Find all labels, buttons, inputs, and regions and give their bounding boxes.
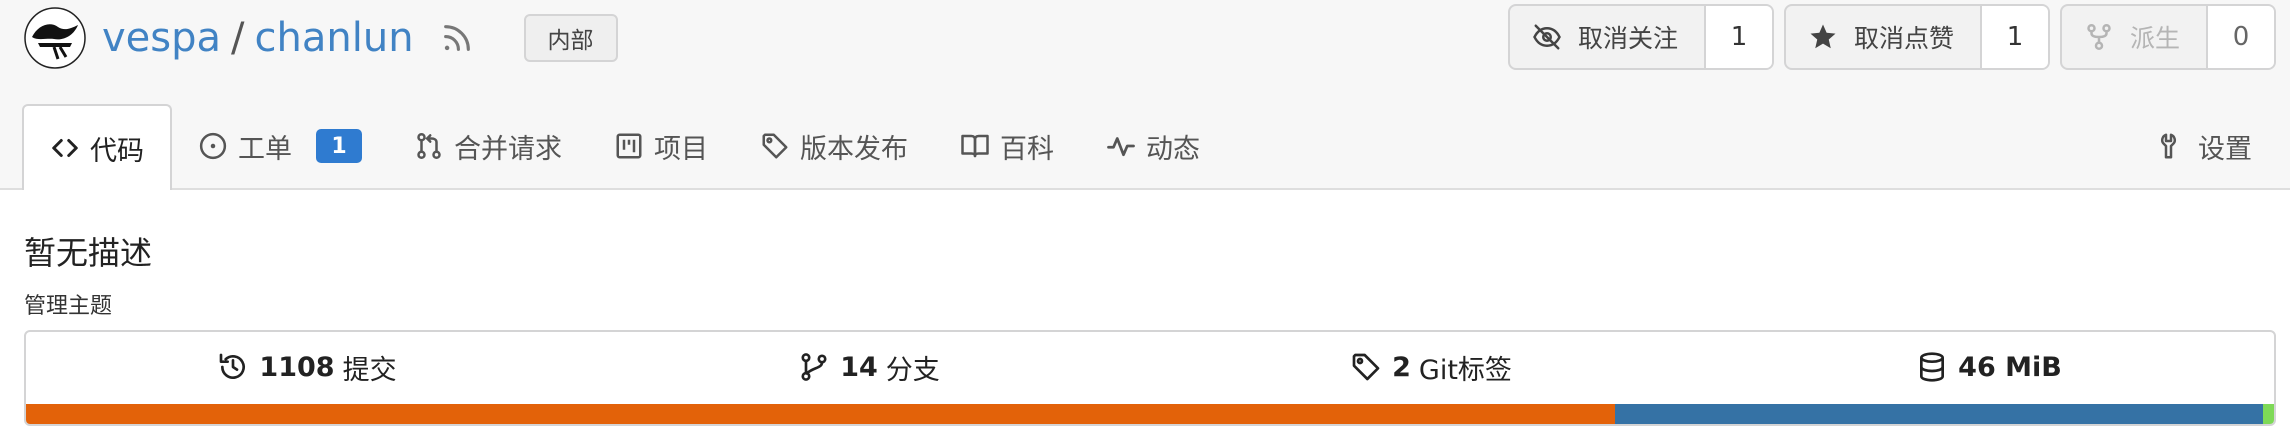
commits-label: 提交: [342, 354, 397, 386]
tab-projects-label: 项目: [654, 133, 708, 165]
tab-code-label: 代码: [90, 135, 144, 167]
unstar-label: 取消点赞: [1853, 24, 1954, 53]
tab-settings[interactable]: 设置: [2156, 104, 2252, 188]
fork-icon: [2087, 23, 2111, 51]
language-bar-segment-1[interactable]: [1615, 404, 2263, 424]
size-stat: 46 MiB: [1712, 332, 2274, 402]
branches-stat[interactable]: 14 分支: [588, 332, 1150, 402]
tab-activity-label: 动态: [1146, 133, 1200, 165]
repo-header: vespa / chanlun 内部: [24, 0, 618, 75]
repo-stats-bar: 1108 提交 14 分支 2 Git标签 46 MiB: [24, 330, 2276, 426]
fork-button-group: 派生 0: [2059, 4, 2276, 70]
language-bar-segment-2[interactable]: [2262, 404, 2274, 424]
tab-issues[interactable]: 工单 1: [172, 104, 388, 188]
tags-count: 2: [1392, 351, 1411, 383]
repo-actions: 取消关注 1 取消点赞 1 派生 0: [1498, 4, 2276, 70]
tab-projects[interactable]: 项目: [588, 104, 734, 188]
database-icon: [1920, 352, 1945, 382]
branches-label: 分支: [885, 354, 940, 386]
language-bar-segment-0[interactable]: [26, 404, 1616, 424]
tab-wiki-label: 百科: [1000, 133, 1054, 165]
commits-stat[interactable]: 1108 提交: [26, 332, 588, 402]
repo-name-link[interactable]: chanlun: [255, 15, 414, 61]
issues-count-badge: 1: [316, 129, 362, 163]
rss-icon[interactable]: [440, 21, 474, 55]
tab-wiki[interactable]: 百科: [934, 104, 1080, 188]
unstar-button-group: 取消点赞 1: [1783, 4, 2050, 70]
tab-activity[interactable]: 动态: [1080, 104, 1226, 188]
issue-opened-icon: [199, 132, 227, 160]
watchers-count[interactable]: 1: [1705, 6, 1772, 68]
tools-icon: [2160, 133, 2177, 159]
commits-count: 1108: [259, 351, 335, 383]
unwatch-label: 取消关注: [1577, 24, 1678, 53]
tags-stat[interactable]: 2 Git标签: [1150, 332, 1712, 402]
tab-releases[interactable]: 版本发布: [734, 104, 934, 188]
fork-label: 派生: [2129, 24, 2180, 53]
unwatch-button-group: 取消关注 1: [1507, 4, 1774, 70]
repo-owner-link[interactable]: vespa: [102, 15, 221, 61]
repo-title-separator: /: [231, 14, 245, 61]
tag-icon: [1352, 353, 1380, 381]
tab-releases-label: 版本发布: [800, 133, 908, 165]
repo-tabs: 代码 工单 1 合并请求 项目 版本发布 百科 动态: [22, 104, 1226, 190]
git-branch-icon: [801, 353, 827, 381]
visibility-badge: 内部: [523, 13, 618, 62]
book-icon: [961, 134, 989, 158]
unwatch-button[interactable]: 取消关注: [1510, 6, 1706, 68]
tab-pull-requests[interactable]: 合并请求: [388, 104, 588, 188]
star-icon: [1810, 24, 1836, 49]
unstar-button[interactable]: 取消点赞: [1786, 6, 1982, 68]
repo-size: 46 MiB: [1958, 351, 2062, 383]
forks-count[interactable]: 0: [2208, 6, 2274, 68]
language-bar[interactable]: [26, 404, 2274, 424]
tab-issues-label: 工单: [238, 133, 292, 165]
history-icon: [220, 353, 246, 379]
manage-topics-link[interactable]: 管理主题: [24, 288, 112, 320]
repo-description: 暂无描述: [24, 234, 153, 272]
eye-slash-icon: [1533, 24, 1561, 50]
branches-count: 14: [840, 351, 878, 383]
git-pull-request-icon: [417, 132, 441, 160]
fork-button[interactable]: 派生: [2062, 6, 2208, 68]
tab-code[interactable]: 代码: [22, 104, 172, 190]
tags-label: Git标签: [1418, 354, 1512, 386]
pulse-icon: [1107, 137, 1135, 157]
project-icon: [616, 133, 642, 159]
code-icon: [52, 139, 78, 157]
tag-icon: [762, 133, 788, 159]
repo-avatar[interactable]: [24, 6, 86, 69]
tab-settings-label: 设置: [2198, 133, 2252, 165]
stars-count[interactable]: 1: [1981, 6, 2048, 68]
repo-title: vespa / chanlun: [102, 15, 414, 61]
tab-pull-requests-label: 合并请求: [454, 133, 562, 165]
